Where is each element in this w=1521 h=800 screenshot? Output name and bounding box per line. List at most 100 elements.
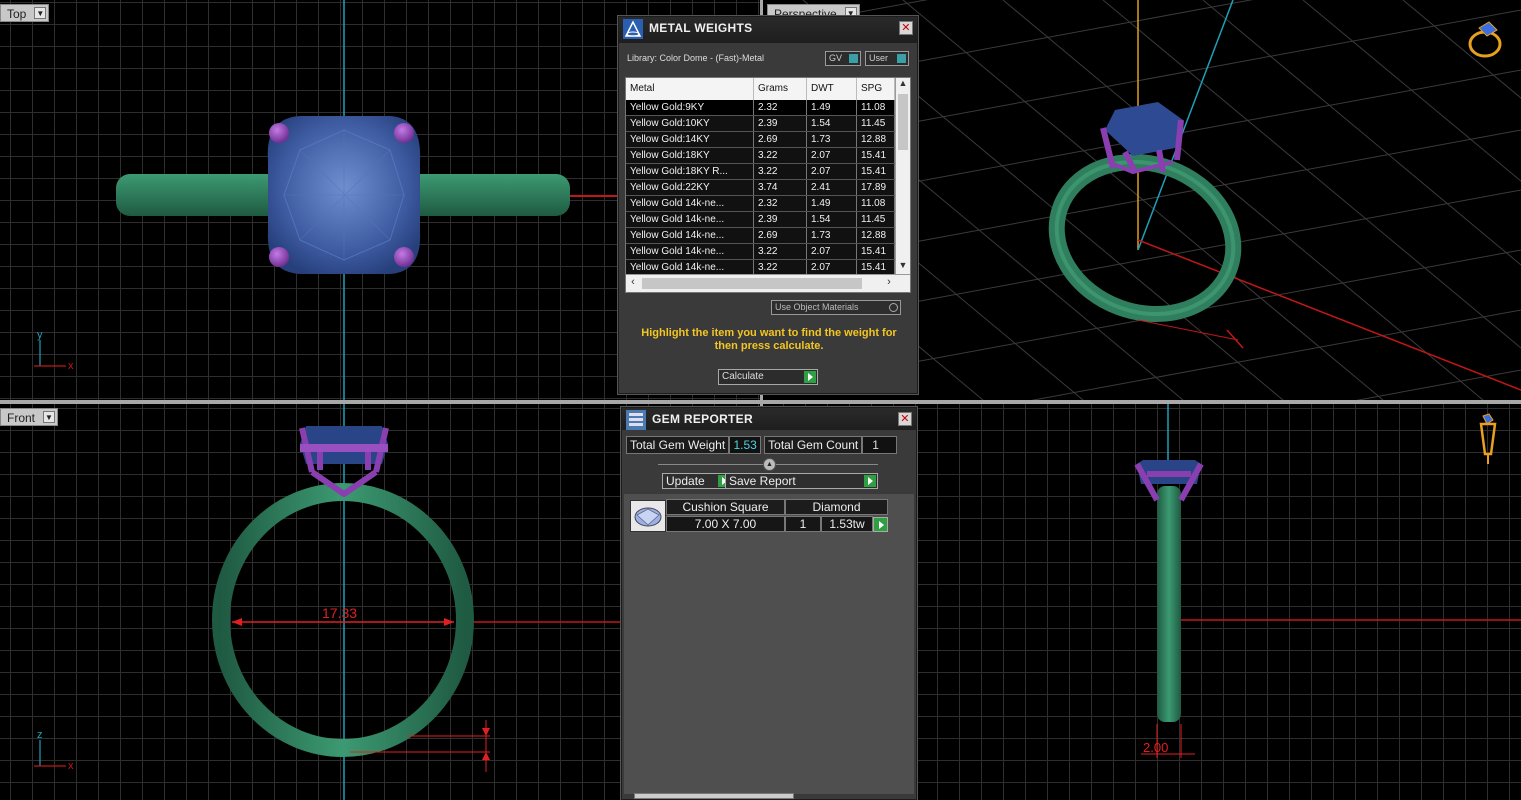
gem-material: Diamond <box>785 499 888 515</box>
dimension-label: 17.33 <box>322 605 357 621</box>
toggle-label: Use Object Materials <box>775 302 859 312</box>
toggle-icon <box>849 54 858 63</box>
total-weight-label: Total Gem Weight <box>626 436 730 454</box>
cell-metal: Yellow Gold 14k-ne... <box>626 244 754 259</box>
chevron-left-icon[interactable]: ‹ <box>626 276 640 288</box>
cell-dwt: 1.73 <box>807 132 857 147</box>
user-button[interactable]: User <box>865 51 909 66</box>
chevron-down-icon[interactable]: ▼ <box>896 260 910 274</box>
cell-grams: 3.22 <box>754 164 807 179</box>
cell-dwt: 1.73 <box>807 228 857 243</box>
table-row[interactable]: Yellow Gold:14KY 2.69 1.73 12.88 <box>626 132 910 148</box>
cell-grams: 2.39 <box>754 116 807 131</box>
table-row[interactable]: Yellow Gold 14k-ne... 3.22 2.07 15.41 <box>626 244 910 260</box>
chevron-right-icon[interactable]: › <box>882 276 896 288</box>
table-row[interactable]: Yellow Gold:18KY 3.22 2.07 15.41 <box>626 148 910 164</box>
dimension-arrow <box>444 618 454 626</box>
column-header-spg[interactable]: SPG <box>857 78 895 100</box>
cell-grams: 3.74 <box>754 180 807 195</box>
dialog-title-bar[interactable]: GEM REPORTER ✕ <box>622 408 916 430</box>
cell-dwt: 1.49 <box>807 100 857 115</box>
use-object-materials-toggle[interactable]: Use Object Materials <box>771 300 901 315</box>
cell-grams: 2.69 <box>754 132 807 147</box>
table-row[interactable]: Yellow Gold:18KY R... 3.22 2.07 15.41 <box>626 164 910 180</box>
gem-weight: 1.53tw <box>821 516 873 532</box>
close-icon[interactable]: ✕ <box>898 412 912 426</box>
table-row[interactable]: Yellow Gold:10KY 2.39 1.54 11.45 <box>626 116 910 132</box>
library-row: Library: Color Dome - (Fast)-Metal GV Us… <box>619 43 917 73</box>
update-label: Update <box>666 474 705 488</box>
cell-grams: 2.32 <box>754 196 807 211</box>
table-row[interactable]: Yellow Gold 14k-ne... 2.39 1.54 11.45 <box>626 212 910 228</box>
cell-dwt: 2.41 <box>807 180 857 195</box>
dialog-title: GEM REPORTER <box>652 412 753 426</box>
table-row[interactable]: Yellow Gold 14k-ne... 2.32 1.49 11.08 <box>626 196 910 212</box>
column-header-dwt[interactable]: DWT <box>807 78 857 100</box>
gem-totals-row: Total Gem Weight 1.53 Total Gem Count 1 <box>626 436 898 454</box>
calculate-button[interactable]: Calculate <box>718 369 818 385</box>
cell-spg: 15.41 <box>857 260 895 275</box>
scroll-thumb[interactable] <box>642 278 862 289</box>
cell-grams: 3.22 <box>754 148 807 163</box>
gem-list: Cushion Square Diamond 7.00 X 7.00 1 1.5… <box>624 494 914 794</box>
dimension-arrow <box>232 618 242 626</box>
metal-weights-dialog: METAL WEIGHTS ✕ Library: Color Dome - (F… <box>618 16 918 394</box>
table-header: Metal Grams DWT SPG <box>626 78 910 100</box>
cushion-gem-icon[interactable] <box>630 500 666 532</box>
scroll-thumb[interactable] <box>898 94 908 150</box>
table-row[interactable]: Yellow Gold:22KY 3.74 2.41 17.89 <box>626 180 910 196</box>
cell-spg: 15.41 <box>857 148 895 163</box>
chevron-up-icon[interactable]: ▲ <box>896 78 910 92</box>
save-report-button[interactable]: Save Report <box>725 473 878 489</box>
save-report-label: Save Report <box>729 474 796 488</box>
viewport-label-front[interactable]: Front ▼ <box>0 408 59 426</box>
cell-spg: 11.08 <box>857 196 895 211</box>
cell-metal: Yellow Gold:14KY <box>626 132 754 147</box>
chevron-down-icon[interactable]: ▼ <box>43 411 56 423</box>
dimension-arrow <box>482 728 490 736</box>
cell-dwt: 2.07 <box>807 148 857 163</box>
cell-metal: Yellow Gold:18KY R... <box>626 164 754 179</box>
cell-dwt: 1.49 <box>807 196 857 211</box>
cell-grams: 3.22 <box>754 260 807 275</box>
gem-details-button[interactable] <box>873 517 888 532</box>
viewcube-icon[interactable] <box>1468 21 1502 58</box>
gv-label: GV <box>829 53 843 63</box>
bottom-scrollbar[interactable] <box>634 793 794 799</box>
axis-label-x: x <box>68 360 74 372</box>
cell-dwt: 1.54 <box>807 212 857 227</box>
table-row[interactable]: Yellow Gold 14k-ne... 2.69 1.73 12.88 <box>626 228 910 244</box>
dimension-line <box>1137 319 1239 341</box>
close-icon[interactable]: ✕ <box>899 21 913 35</box>
cell-dwt: 2.07 <box>807 260 857 275</box>
cell-spg: 11.45 <box>857 212 895 227</box>
cell-metal: Yellow Gold 14k-ne... <box>626 196 754 211</box>
gem-shape: Cushion Square <box>666 499 785 515</box>
cell-grams: 2.69 <box>754 228 807 243</box>
cell-grams: 3.22 <box>754 244 807 259</box>
gem-count: 1 <box>785 516 821 532</box>
table-row[interactable]: Yellow Gold:9KY 2.32 1.49 11.08 <box>626 100 910 116</box>
column-header-grams[interactable]: Grams <box>754 78 807 100</box>
horizontal-scrollbar[interactable]: ‹ › <box>626 274 910 292</box>
dialog-title-bar[interactable]: METAL WEIGHTS ✕ <box>619 17 917 43</box>
play-icon <box>804 371 816 383</box>
gv-button[interactable]: GV <box>825 51 861 66</box>
cell-metal: Yellow Gold 14k-ne... <box>626 260 754 275</box>
collapse-icon[interactable]: ▲ <box>763 458 776 471</box>
vertical-scrollbar[interactable]: ▲ ▼ <box>895 78 910 274</box>
total-count-value: 1 <box>862 436 898 454</box>
metal-table[interactable]: Metal Grams DWT SPG Yellow Gold:9KY 2.32 1… <box>625 77 911 293</box>
total-weight-value: 1.53 <box>729 436 762 454</box>
gem-reporter-dialog: GEM REPORTER ✕ Total Gem Weight 1.53 Tot… <box>621 407 917 800</box>
viewcube-icon[interactable] <box>1479 413 1497 464</box>
chevron-down-icon[interactable]: ▼ <box>34 7 47 19</box>
user-label: User <box>869 53 889 63</box>
prong <box>269 247 289 267</box>
cell-metal: Yellow Gold 14k-ne... <box>626 212 754 227</box>
cell-spg: 11.45 <box>857 116 895 131</box>
viewport-label-top[interactable]: Top ▼ <box>0 4 50 22</box>
update-button[interactable]: Update <box>662 473 732 489</box>
column-header-metal[interactable]: Metal <box>626 78 754 100</box>
hint-text: Highlight the item you want to find the … <box>641 327 897 352</box>
